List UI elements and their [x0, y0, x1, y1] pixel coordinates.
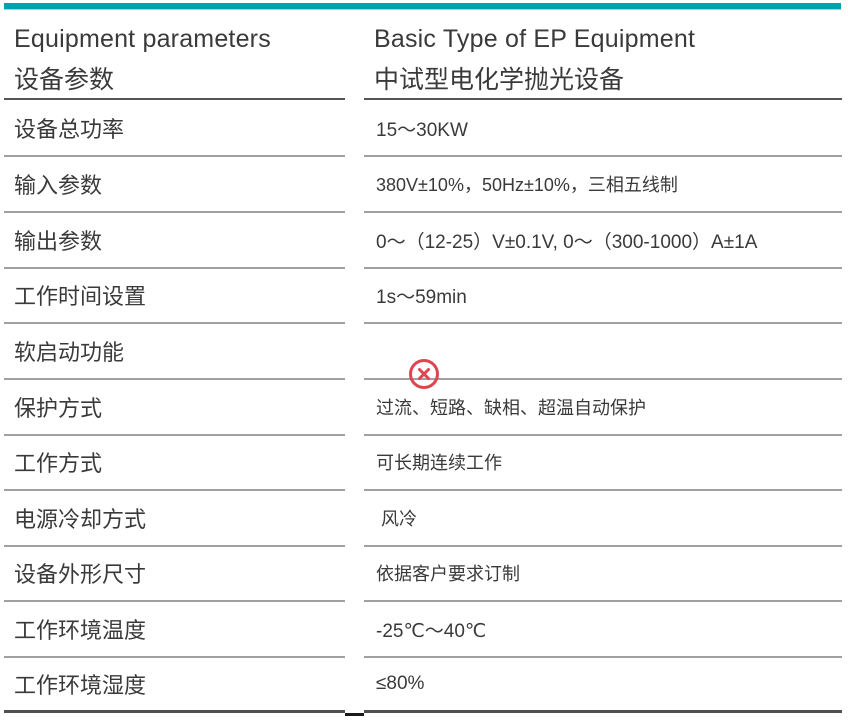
table-row: 工作方式 可长期连续工作 — [0, 435, 848, 491]
param-name: 软启动功能 — [4, 324, 345, 380]
table-row: 输出参数 0～（12-25）V±0.1V, 0～（300-1000）A±1A — [0, 213, 848, 269]
table-row: 设备总功率 15～30KW — [0, 101, 848, 157]
param-name: 输入参数 — [4, 157, 345, 213]
param-name: 工作环境湿度 — [4, 657, 345, 713]
param-name: 保护方式 — [4, 380, 345, 436]
param-value: 风冷 — [364, 491, 842, 547]
param-value: 1s～59min — [364, 268, 842, 324]
header-equipment-type: Basic Type of EP Equipment 中试型电化学抛光设备 — [364, 10, 842, 100]
param-name: 工作环境温度 — [4, 602, 345, 658]
table-row: 保护方式 过流、短路、缺相、超温自动保护 — [0, 380, 848, 436]
param-value: ≤80% — [364, 657, 842, 713]
param-value: 过流、短路、缺相、超温自动保护 — [364, 380, 842, 436]
param-name: 工作方式 — [4, 435, 345, 491]
param-value: 依据客户要求订制 — [364, 546, 842, 602]
table-row: 软启动功能 — [0, 324, 848, 389]
header-right-chinese: 中试型电化学抛光设备 — [374, 65, 625, 94]
x-circle-icon — [376, 336, 439, 389]
param-value: 0～（12-25）V±0.1V, 0～（300-1000）A±1A — [364, 213, 842, 269]
table-row: 工作环境湿度 ≤80% — [0, 657, 848, 713]
param-name: 设备外形尺寸 — [4, 546, 345, 602]
header-right-english: Basic Type of EP Equipment — [374, 25, 696, 53]
param-value — [364, 324, 842, 389]
header-left-chinese: 设备参数 — [14, 65, 115, 94]
table-bottom-divider — [345, 713, 364, 716]
param-name: 输出参数 — [4, 213, 345, 269]
table-row: 工作环境温度 -25℃～40℃ — [0, 602, 848, 658]
param-name: 设备总功率 — [4, 101, 345, 157]
param-value: 可长期连续工作 — [364, 435, 842, 491]
header-left-english: Equipment parameters — [14, 25, 271, 53]
param-value: 380V±10%，50Hz±10%，三相五线制 — [364, 157, 842, 213]
param-value: -25℃～40℃ — [364, 602, 842, 658]
table-row: 工作时间设置 1s～59min — [0, 268, 848, 324]
param-value: 15～30KW — [364, 101, 842, 157]
table-row: 设备外形尺寸 依据客户要求订制 — [0, 546, 848, 602]
header-parameters: Equipment parameters 设备参数 — [4, 10, 345, 100]
param-name: 工作时间设置 — [4, 268, 345, 324]
param-name: 电源冷却方式 — [4, 491, 345, 547]
accent-top-bar — [4, 3, 841, 10]
table-row: 电源冷却方式 风冷 — [0, 491, 848, 547]
table-row: 输入参数 380V±10%，50Hz±10%，三相五线制 — [0, 157, 848, 213]
